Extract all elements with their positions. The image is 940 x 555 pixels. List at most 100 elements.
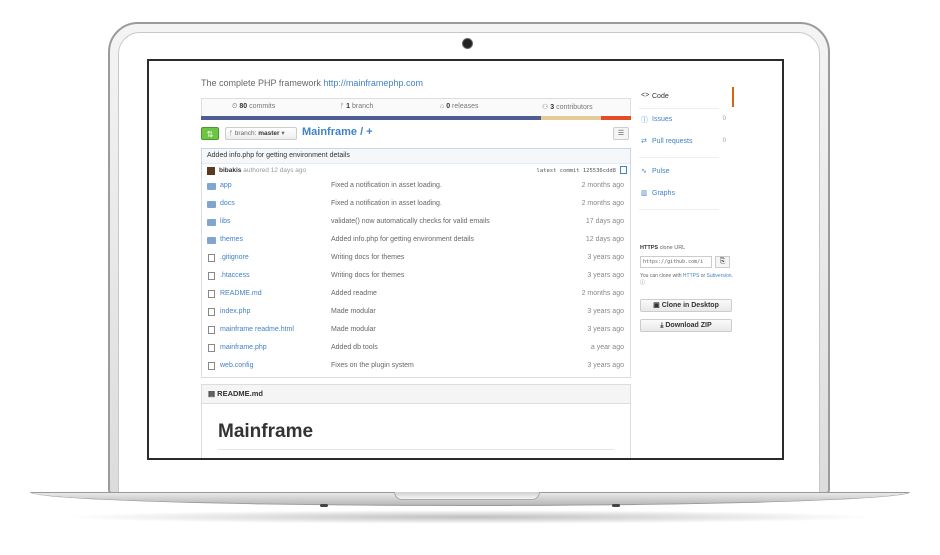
file-commit-message[interactable]: Added db tools [331,344,378,351]
file-age: 17 days ago [585,218,624,225]
file-commit-message[interactable]: Made modular [331,326,376,333]
file-row: app Fixed a notification in asset loading… [202,178,630,196]
file-commit-message[interactable]: Writing docs for themes [331,272,404,279]
file-row: index.php Made modular 3 years ago [202,304,630,322]
file-commit-message[interactable]: Fixed a notification in asset loading. [331,200,442,207]
file-name-link[interactable]: app [220,182,232,189]
sidebar-item-code[interactable]: <> Code [639,87,734,107]
file-row: .htaccess Writing docs for themes 3 years … [202,268,630,286]
file-commit-message[interactable]: Fixed a notification in asset loading. [331,182,442,189]
file-commit-message[interactable]: validate() now automatically checks for … [331,218,490,225]
divider [639,157,719,158]
clone-url-label: HTTPS clone URL [640,245,686,251]
folder-icon [207,237,216,244]
file-icon [208,308,215,316]
file-age: 3 years ago [587,326,624,333]
file-name-link[interactable]: web.config [220,362,253,369]
file-name-link[interactable]: libs [220,218,231,225]
breadcrumb: Mainframe / + [302,126,373,138]
https-link[interactable]: HTTPS [683,273,699,279]
laptop-screen: The complete PHP framework http://mainfr… [147,59,784,460]
commit-sha[interactable]: latest commit 125536cdd8 [537,168,616,174]
folder-icon [207,201,216,208]
sidebar-item-graphs[interactable]: ▥ Graphs [639,184,732,204]
laptop-foot [320,504,328,507]
download-zip-button[interactable]: ⤓ Download ZIP [640,319,732,332]
file-icon [208,290,215,298]
github-repo-page: The complete PHP framework http://mainfr… [149,61,782,458]
issue-icon: ⓘ [641,117,648,124]
file-name-link[interactable]: docs [220,200,235,207]
subversion-link[interactable]: Subversion. [707,273,733,279]
commit-author: bibakis authored 12 days ago [219,167,307,174]
file-name-link[interactable]: mainframe readme.html [220,326,294,333]
file-age: 2 months ago [581,290,624,297]
graph-icon: ▥ [641,190,648,197]
sidebar-item-pull-requests[interactable]: ⇄ Pull requests 0 [639,132,732,152]
contributors-stat[interactable]: ⚇ 3 contributors [542,103,593,111]
commit-meta: bibakis authored 12 days ago latest comm… [202,163,630,179]
repo-description: The complete PHP framework http://mainfr… [201,78,423,88]
clone-url-input[interactable]: https://github.com/i [640,256,712,268]
file-name-link[interactable]: themes [220,236,243,243]
branch-stat[interactable]: ᚠ 1 branch [340,103,373,110]
laptop-foot [612,504,620,507]
file-commit-message[interactable]: Added info.php for getting environment d… [331,236,474,243]
file-commit-message[interactable]: Made modular [331,308,376,315]
readme-header: ▤ README.md [202,385,630,404]
camera-icon [462,38,473,49]
compare-button[interactable]: ⇅ [201,127,219,140]
sidebar-item-pulse[interactable]: ∿ Pulse [639,162,732,182]
readme-heading: Mainframe [218,421,314,442]
repo-homepage-link[interactable]: http://mainframephp.com [323,78,423,88]
file-age: 3 years ago [587,272,624,279]
file-commit-message[interactable]: Added readme [331,290,377,297]
pulse-icon: ∿ [641,168,647,175]
sidebar-item-issues[interactable]: ⓘ Issues 0 [639,110,732,130]
file-row: mainframe.php Added db tools a year ago [202,340,630,358]
file-row: libs validate() now automatically checks … [202,214,630,232]
branch-selector[interactable]: ᚠ branch: master ▾ [225,127,297,140]
clone-in-desktop-button[interactable]: ▣ Clone in Desktop [640,299,732,312]
language-segment [600,116,631,120]
folder-icon [207,219,216,226]
file-age: a year ago [590,344,624,351]
file-icon [208,344,215,352]
copy-icon[interactable] [620,166,627,174]
file-icon [208,362,215,370]
language-segment [540,116,601,120]
laptop-shadow [60,510,880,524]
file-name-link[interactable]: index.php [220,308,250,315]
file-list: app Fixed a notification in asset loading… [201,178,631,378]
commits-stat[interactable]: ⏲ 80 commits [232,103,275,111]
file-commit-message[interactable]: Writing docs for themes [331,254,404,261]
breadcrumb-add-file[interactable]: / + [360,126,373,138]
latest-commit-box: Added info.php for getting environment d… [201,148,631,179]
folder-icon [207,183,216,190]
code-icon: <> [641,92,650,99]
file-age: 2 months ago [581,182,624,189]
file-row: themes Added info.php for getting environ… [202,232,630,250]
file-age: 2 months ago [581,200,624,207]
avatar[interactable] [207,167,215,175]
file-name-link[interactable]: .gitignore [220,254,249,261]
file-name-link[interactable]: mainframe.php [220,344,267,351]
file-navigation: ⇅ ᚠ branch: master ▾ Mainframe / + ☰ [201,126,631,141]
repo-stats-bar: ⏲ 80 commits ᚠ 1 branch ⌂ 0 releases ⚇ 3… [201,98,631,116]
file-name-link[interactable]: README.md [220,290,262,297]
clipboard-icon[interactable]: ⎘ [715,256,730,268]
clone-help-text: You can clone with HTTPS or Subversion. … [640,273,733,286]
releases-stat[interactable]: ⌂ 0 releases [440,103,479,110]
laptop-hinge-notch [394,492,540,500]
readme-panel: ▤ README.md Mainframe [201,384,631,458]
breadcrumb-repo-link[interactable]: Mainframe [302,126,357,138]
commit-message[interactable]: Added info.php for getting environment d… [207,152,350,159]
language-segment [527,116,541,120]
file-age: 3 years ago [587,254,624,261]
language-segment [201,116,528,120]
divider [639,209,719,210]
divider [639,108,719,109]
list-view-icon[interactable]: ☰ [613,127,629,140]
file-name-link[interactable]: .htaccess [220,272,250,279]
file-commit-message[interactable]: Fixes on the plugin system [331,362,414,369]
